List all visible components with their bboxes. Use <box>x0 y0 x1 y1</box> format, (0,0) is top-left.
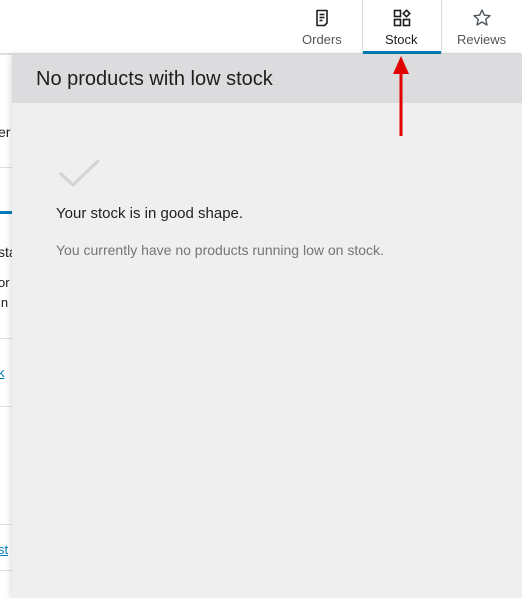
divider <box>0 167 12 168</box>
background-page: er sta or in k st <box>0 54 12 598</box>
panel-body: Your stock is in good shape. You current… <box>12 103 522 598</box>
panel-title: No products with low stock <box>36 68 273 90</box>
divider <box>0 338 12 339</box>
empty-state-message: You currently have no products running l… <box>56 242 384 258</box>
tab-orders[interactable]: Orders <box>292 0 352 54</box>
panel-header: No products with low stock <box>12 54 522 103</box>
star-icon <box>473 9 491 26</box>
checkmark-icon <box>59 159 100 187</box>
background-accent-bar <box>0 211 12 214</box>
divider <box>0 406 12 407</box>
divider <box>0 524 12 525</box>
tab-stock-label: Stock <box>385 32 418 47</box>
divider <box>0 54 12 55</box>
activity-bar: Orders Stock Reviews <box>0 0 522 54</box>
tab-reviews-label: Reviews <box>457 32 507 47</box>
tab-orders-label: Orders <box>302 32 342 47</box>
orders-page-icon <box>316 9 328 27</box>
empty-state-heading: Your stock is in good shape. <box>56 205 244 222</box>
tab-stock[interactable]: Stock <box>362 0 442 54</box>
background-text: er <box>0 124 11 140</box>
annotation-arrow <box>393 56 409 136</box>
background-text: sta <box>0 244 12 260</box>
background-link[interactable]: st <box>0 542 8 557</box>
tab-reviews[interactable]: Reviews <box>448 0 518 54</box>
background-text: or <box>0 275 10 290</box>
stock-grid-icon <box>393 9 411 27</box>
background-text: in <box>0 295 9 310</box>
background-link[interactable]: k <box>0 365 5 380</box>
stock-panel: No products with low stock Your stock is… <box>12 54 522 598</box>
divider <box>0 570 12 571</box>
